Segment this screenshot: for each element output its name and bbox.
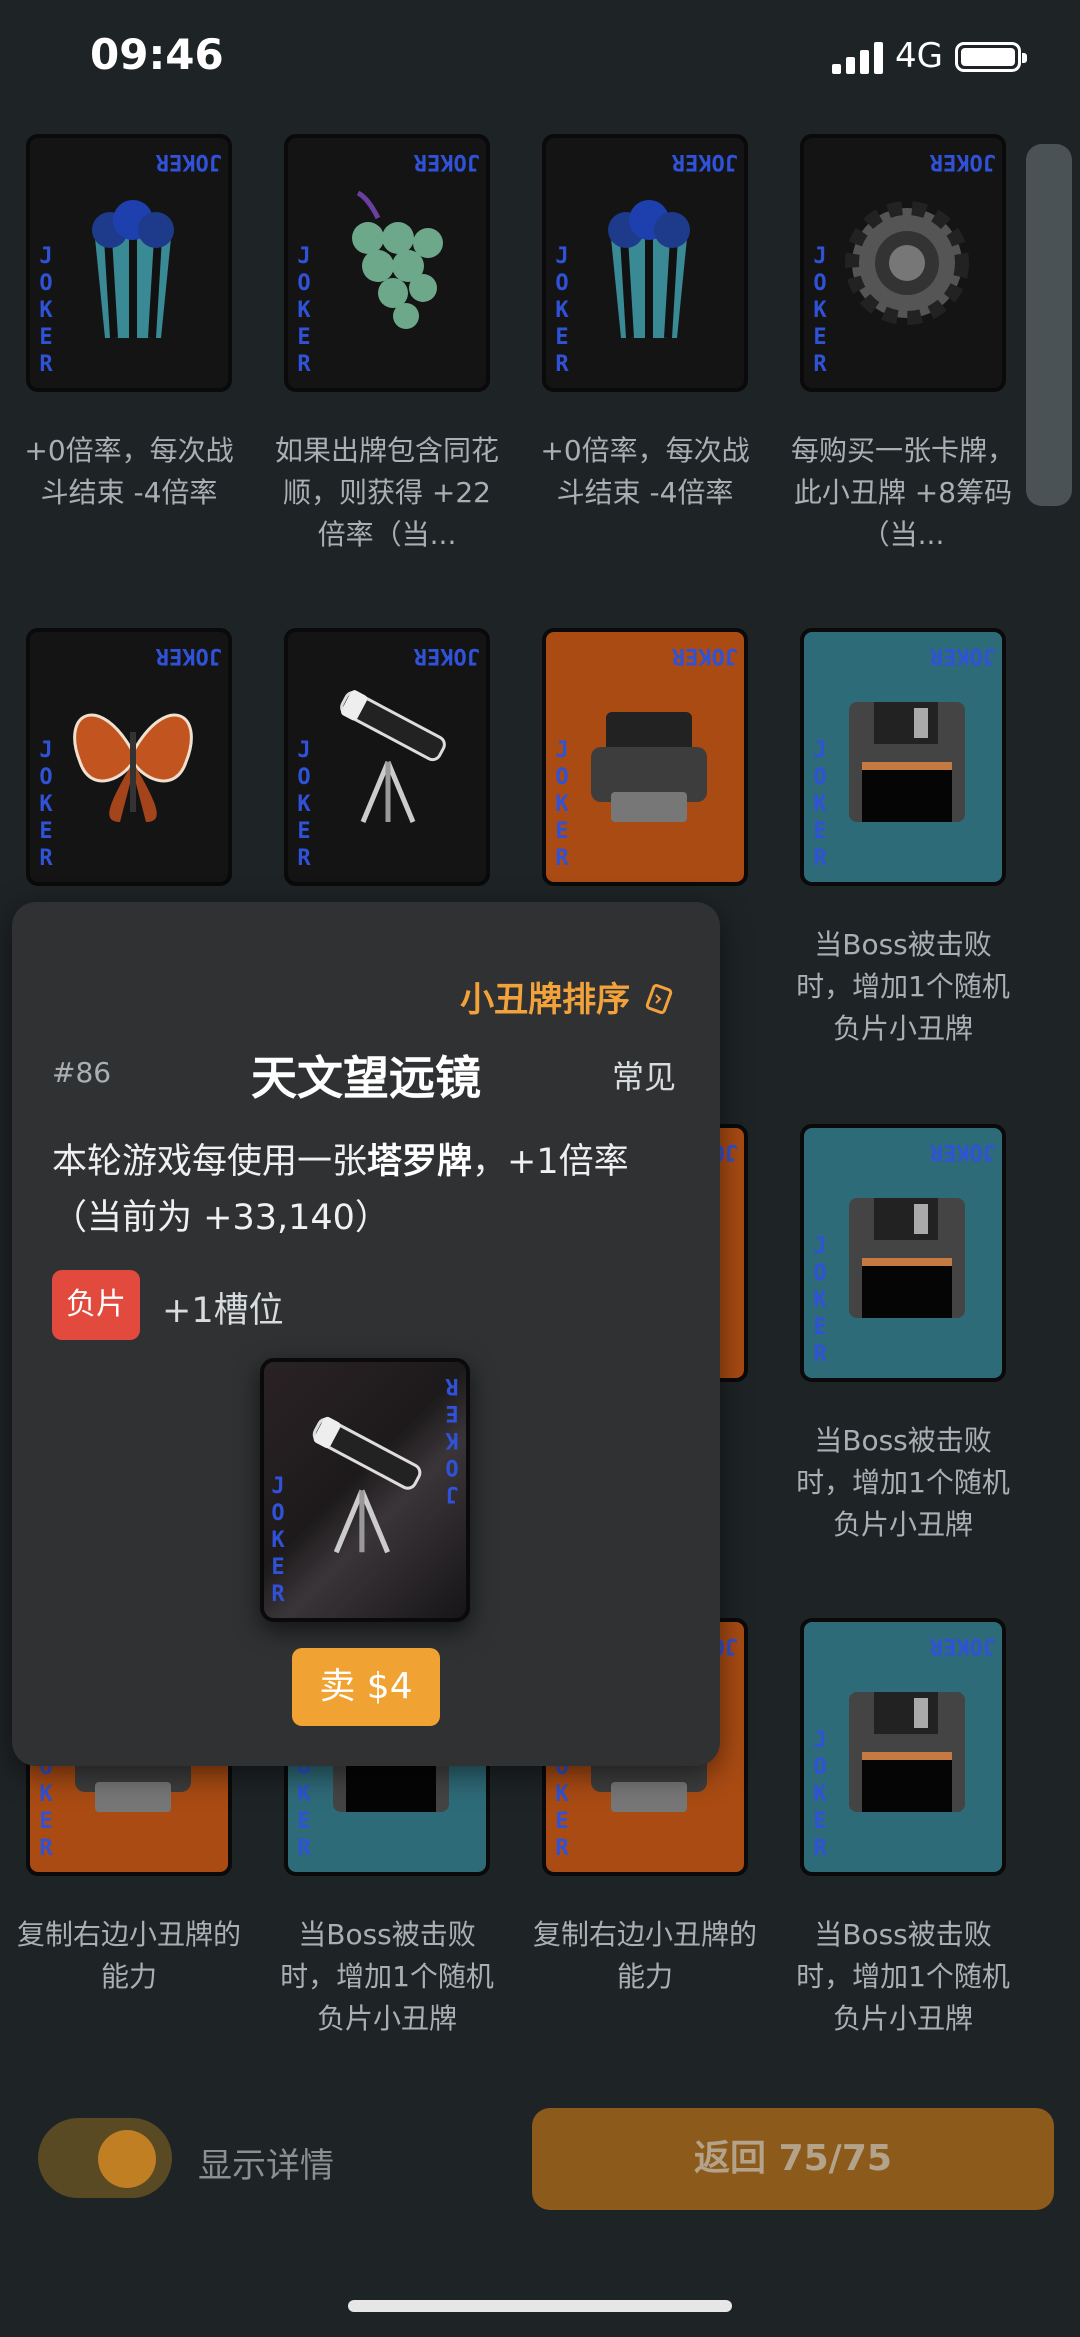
joker-vertical-text: JOKER [813, 1234, 827, 1367]
joker-vertical-text: JOKER [813, 738, 827, 871]
floppy-disk-icon [849, 702, 965, 822]
joker-vertical-text: JOKER [155, 149, 222, 174]
joker-vertical-text: JOKER [555, 738, 569, 871]
scrollbar[interactable] [1026, 144, 1072, 506]
joker-card-description: 如果出牌包含同花顺，则获得 +22倍率（当... [274, 434, 499, 551]
home-indicator[interactable] [348, 2300, 732, 2312]
joker-card-description: 当Boss被击败时，增加1个随机负片小丑牌 [796, 1424, 1010, 1541]
joker-vertical-text: JOKER [929, 1633, 996, 1658]
joker-card-description: +0倍率，每次战斗结束 -4倍率 [24, 434, 234, 509]
joker-card-description: +0倍率，每次战斗结束 -4倍率 [540, 434, 750, 509]
joker-card[interactable]: JOKER JOKER [542, 134, 748, 392]
joker-card[interactable]: JOKER JOKER [542, 628, 748, 886]
joker-card[interactable]: JOKER JOKER [800, 134, 1006, 392]
joker-vertical-text: JOKER [813, 244, 827, 377]
joker-card-description: 每购买一张卡牌，此小丑牌 +8筹码（当... [790, 434, 1015, 551]
joker-vertical-text: JOKER [413, 149, 480, 174]
joker-vertical-text: JOKER [672, 1632, 738, 1659]
telescope-icon [340, 690, 446, 823]
joker-vertical-text: JOKER [271, 1474, 285, 1607]
sell-button[interactable]: 卖 $4 [292, 1648, 440, 1726]
joker-card[interactable]: JOKER JOKER [800, 1124, 1006, 1382]
joker-vertical-text: JOKER [445, 1373, 459, 1506]
joker-card-large: JOKER JOKER [260, 1358, 470, 1622]
desc-part: 本轮游戏每使用一张 [52, 1142, 368, 1182]
back-button[interactable]: 返回 75/75 [532, 2108, 1054, 2210]
sort-jokers-button[interactable]: 小丑牌排序 [460, 972, 676, 1021]
joker-vertical-text: JOKER [929, 149, 996, 174]
joker-vertical-text: JOKER [39, 244, 53, 377]
sort-label: 小丑牌排序 [460, 980, 631, 1020]
joker-card[interactable]: JOKER JOKER [26, 134, 232, 392]
joker-card-description: 复制右边小丑牌的能力 [532, 1918, 757, 1993]
desc-highlight: 塔罗牌 [367, 1142, 473, 1182]
joker-card[interactable]: JOKER JOKER [284, 134, 490, 392]
floppy-disk-icon [849, 1692, 965, 1812]
joker-vertical-text: JOKER [297, 738, 311, 871]
floppy-disk-icon [849, 1198, 965, 1318]
joker-vertical-text: JOKER [671, 149, 738, 174]
show-details-label: 显示详情 [198, 2146, 334, 2186]
printer-icon [591, 712, 707, 822]
joker-card[interactable]: JOKER JOKER [800, 1618, 1006, 1876]
joker-card[interactable]: JOKER JOKER [800, 628, 1006, 886]
joker-vertical-text: JOKER [813, 1728, 827, 1861]
joker-vertical-text: JOKER [413, 643, 480, 668]
joker-vertical-text: JOKER [671, 643, 738, 668]
joker-vertical-text: JOKER [39, 738, 53, 871]
joker-vertical-text: JOKER [929, 1139, 996, 1164]
telescope-icon [312, 1416, 422, 1554]
joker-detail-popup: 小丑牌排序 #86 天文望远镜 常见 本轮游戏每使用一张塔罗牌，+1倍率（当前为… [12, 902, 720, 1766]
joker-card[interactable]: JOKER JOKER [26, 628, 232, 886]
joker-card-description: 当Boss被击败时，增加1个随机负片小丑牌 [280, 1918, 494, 2035]
joker-vertical-text: JOKER [297, 244, 311, 377]
joker-card-description: 当Boss被击败时，增加1个随机负片小丑牌 [796, 1918, 1010, 2035]
toggle-knob [98, 2130, 156, 2188]
show-details-toggle[interactable] [38, 2118, 172, 2198]
joker-description: 本轮游戏每使用一张塔罗牌，+1倍率（当前为 +33,140） [52, 1134, 692, 1246]
joker-card[interactable]: JOKER JOKER [284, 628, 490, 886]
butterfly-icon [73, 713, 193, 822]
popcorn-icon [92, 200, 174, 339]
negative-badge: 负片 [52, 1270, 140, 1340]
joker-vertical-text: JOKER [672, 1138, 738, 1165]
joker-vertical-text: JOKER [555, 244, 569, 377]
gear-icon [845, 201, 969, 325]
popcorn-icon [608, 200, 690, 339]
sort-icon [645, 983, 673, 1015]
slot-bonus: +1槽位 [162, 1291, 284, 1331]
joker-vertical-text: JOKER [929, 643, 996, 668]
joker-rarity: 常见 [611, 1058, 676, 1096]
grapes-icon [352, 190, 443, 329]
joker-vertical-text: JOKER [155, 643, 222, 668]
joker-card-description: 当Boss被击败时，增加1个随机负片小丑牌 [796, 928, 1010, 1045]
joker-card-description: 复制右边小丑牌的能力 [16, 1918, 241, 1993]
